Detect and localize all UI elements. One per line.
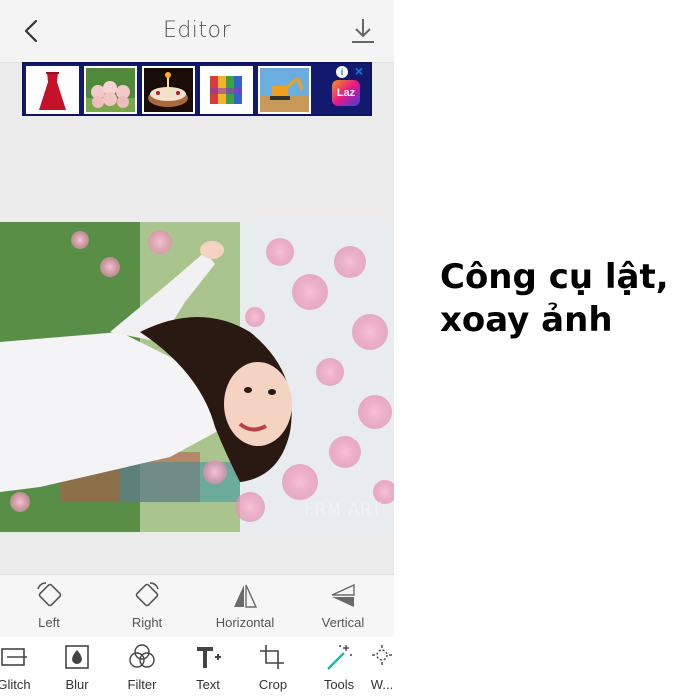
rotate-left-icon	[37, 582, 62, 607]
app-header: Editor	[0, 0, 394, 63]
tool-text-label: Text	[196, 677, 220, 692]
rotate-right-label: Right	[131, 615, 163, 630]
ad-banner[interactable]: i × Laz	[22, 62, 372, 116]
edited-photo: FRM ART	[0, 222, 394, 532]
dress-image	[28, 68, 77, 112]
flip-horizontal-icon	[234, 584, 258, 608]
caption-text: Công cụ lật, xoay ảnh	[440, 256, 690, 342]
rotate-left-label: Left	[38, 615, 60, 630]
tool-glitch[interactable]: Glitch	[0, 637, 46, 698]
flip-horizontal-button[interactable]: Horizontal	[196, 575, 294, 637]
download-icon	[352, 19, 374, 43]
filter-icon	[129, 644, 155, 668]
tool-blur-label: Blur	[65, 677, 89, 692]
ad-info-icon[interactable]: i	[336, 66, 348, 78]
blur-icon	[65, 645, 89, 669]
magnetic-balls-image	[202, 68, 251, 112]
watermark: FRM ART	[304, 500, 382, 520]
flip-horizontal-label: Horizontal	[215, 615, 275, 630]
teddy-bears-image	[86, 68, 135, 112]
ad-product-magnetic-balls[interactable]	[200, 66, 253, 114]
editor-toolbar: Glitch Blur Filter Text Crop Tools W...	[0, 637, 394, 698]
tool-filter[interactable]: Filter	[110, 637, 174, 698]
ad-product-birthday-cake[interactable]	[142, 66, 195, 114]
rotate-left-button[interactable]: Left	[0, 575, 98, 637]
flip-vertical-label: Vertical	[321, 615, 365, 630]
ad-close-icon[interactable]: ×	[352, 64, 366, 78]
rotate-right-button[interactable]: Right	[98, 575, 196, 637]
tool-crop[interactable]: Crop	[241, 637, 305, 698]
tool-glitch-label: Glitch	[0, 677, 31, 692]
sparkle-icon	[372, 645, 392, 665]
ad-product-teddy-bears[interactable]	[84, 66, 137, 114]
excavator-image	[260, 68, 309, 112]
lazada-logo[interactable]: Laz	[332, 80, 360, 106]
editor-screen: Editor i × Laz FRM ART Left Right Horizo…	[0, 0, 394, 698]
rotate-toolbar: Left Right Horizontal Vertical	[0, 574, 394, 638]
ad-product-red-dress[interactable]	[26, 66, 79, 114]
page-title: Editor	[162, 18, 232, 43]
ad-product-excavator-toy[interactable]	[258, 66, 311, 114]
photo-image	[0, 222, 394, 532]
flip-vertical-button[interactable]: Vertical	[294, 575, 392, 637]
tool-more-label: W...	[370, 677, 394, 692]
download-button[interactable]	[348, 16, 378, 46]
caption-line-1: Công cụ lật,	[440, 257, 669, 297]
glitch-icon	[1, 648, 27, 666]
tool-filter-label: Filter	[127, 677, 157, 692]
rotate-right-icon	[135, 582, 159, 607]
caption-line-2: xoay ảnh	[440, 300, 613, 340]
tool-more[interactable]: W...	[350, 637, 394, 698]
text-icon	[197, 647, 221, 668]
tool-text[interactable]: Text	[176, 637, 240, 698]
flip-vertical-icon	[331, 583, 355, 607]
cake-image	[144, 68, 193, 112]
crop-icon	[260, 645, 284, 669]
tool-crop-label: Crop	[258, 677, 288, 692]
tool-blur[interactable]: Blur	[45, 637, 109, 698]
